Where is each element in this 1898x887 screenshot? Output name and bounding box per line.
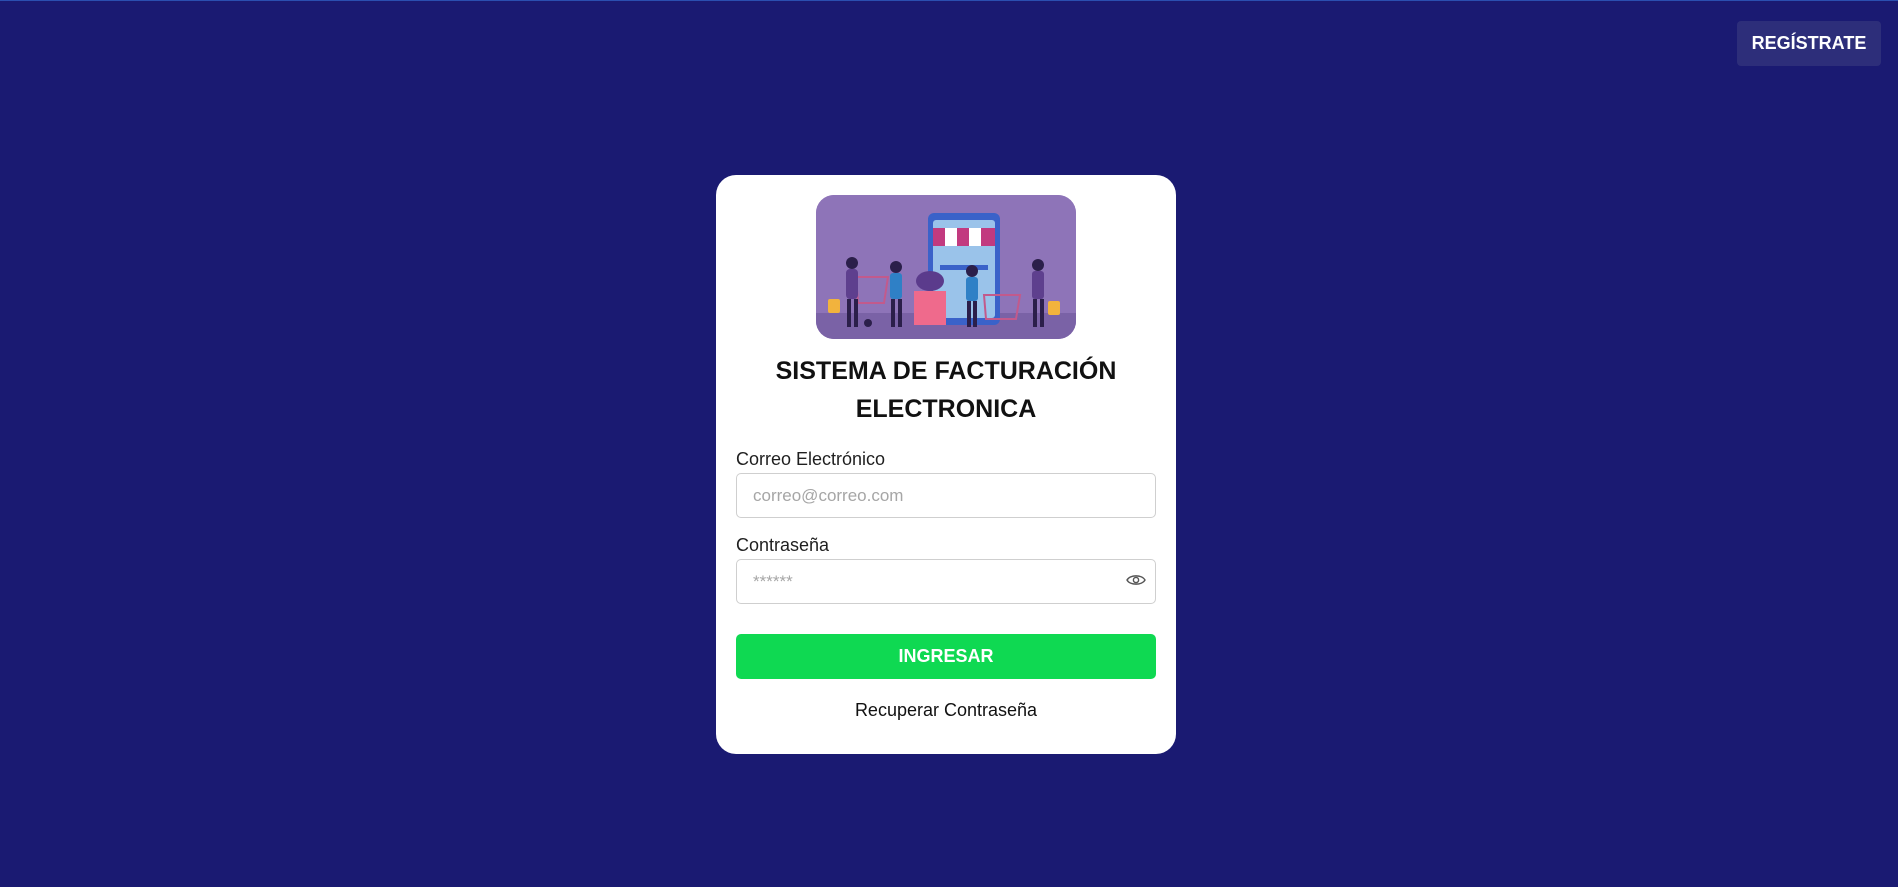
login-button[interactable]: INGRESAR — [736, 634, 1156, 679]
password-field[interactable] — [736, 559, 1156, 604]
recover-password-link[interactable]: Recuperar Contraseña — [736, 700, 1156, 721]
email-field[interactable] — [736, 473, 1156, 518]
register-button[interactable]: REGÍSTRATE — [1737, 21, 1881, 66]
eye-icon[interactable] — [1126, 573, 1146, 587]
email-label: Correo Electrónico — [736, 449, 886, 469]
page-title: SISTEMA DE FACTURACIÓN ELECTRONICA — [775, 357, 1117, 423]
shopping-illustration — [816, 195, 1076, 339]
password-label: Contraseña — [736, 535, 830, 555]
login-card: SISTEMA DE FACTURACIÓN ELECTRONICA Corre… — [716, 175, 1176, 754]
top-border — [0, 0, 1898, 1]
